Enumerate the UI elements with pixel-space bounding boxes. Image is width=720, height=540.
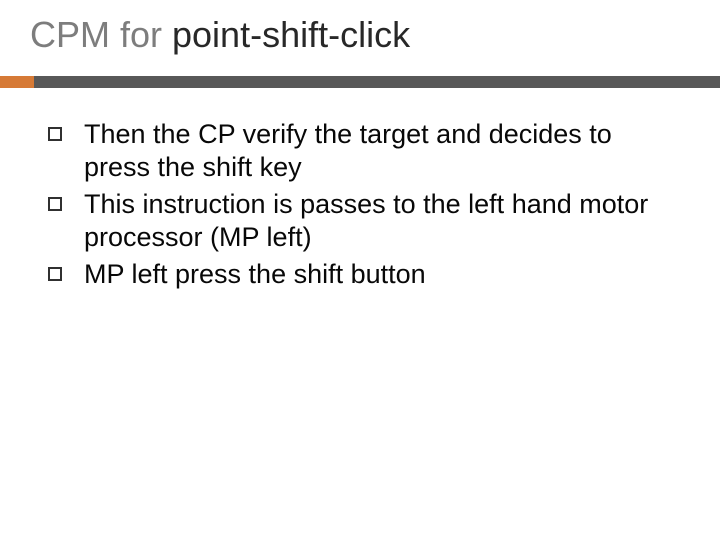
body: Then the CP verify the target and decide… bbox=[0, 88, 720, 291]
slide: CPM for point-shift-click Then the CP ve… bbox=[0, 0, 720, 540]
title-prefix: CPM for bbox=[30, 14, 172, 55]
bullet-icon bbox=[48, 267, 62, 281]
divider-accent bbox=[0, 76, 34, 88]
divider bbox=[0, 76, 720, 88]
bullet-icon bbox=[48, 127, 62, 141]
slide-title: CPM for point-shift-click bbox=[30, 14, 720, 56]
bullet-list: Then the CP verify the target and decide… bbox=[48, 118, 672, 291]
bullet-text: This instruction is passes to the left h… bbox=[84, 188, 672, 254]
divider-main bbox=[34, 76, 720, 88]
bullet-text: MP left press the shift button bbox=[84, 258, 426, 291]
title-emphasis: point-shift-click bbox=[172, 14, 410, 55]
title-area: CPM for point-shift-click bbox=[0, 0, 720, 56]
bullet-icon bbox=[48, 197, 62, 211]
list-item: MP left press the shift button bbox=[48, 258, 672, 291]
list-item: This instruction is passes to the left h… bbox=[48, 188, 672, 254]
list-item: Then the CP verify the target and decide… bbox=[48, 118, 672, 184]
bullet-text: Then the CP verify the target and decide… bbox=[84, 118, 672, 184]
